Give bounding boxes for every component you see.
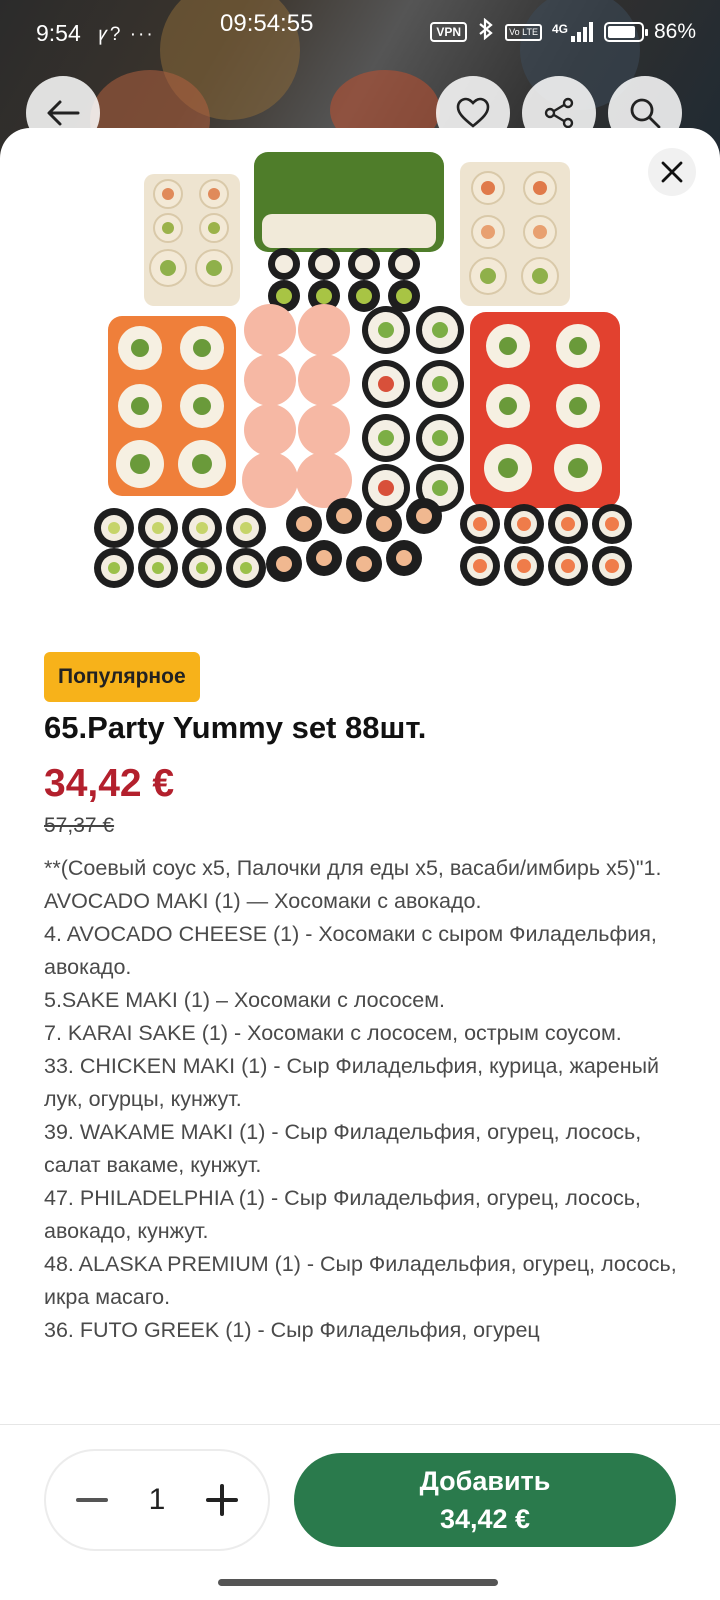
description-line: 39. WAKAME MAKI (1) - Сыр Филадельфия, о… — [44, 1120, 642, 1177]
volte-icon: Vo LTE — [505, 23, 542, 41]
increase-button[interactable] — [206, 1484, 238, 1516]
arrow-left-icon — [47, 100, 80, 126]
product-description: **(Соевый соус х5, Палочки для еды х5, в… — [44, 852, 684, 1392]
description-line: **(Соевый соус х5, Палочки для еды х5, в… — [44, 856, 662, 913]
description-line: 36. FUTO GREEK (1) - Сыр Филадельфия, ог… — [44, 1318, 540, 1342]
description-line: 48. ALASKA PREMIUM (1) - Сыр Филадельфия… — [44, 1252, 677, 1309]
share-icon — [544, 97, 574, 129]
product-image — [94, 152, 632, 588]
quantity-value: 1 — [148, 1483, 166, 1516]
quantity-stepper: 1 — [44, 1449, 270, 1551]
close-button[interactable] — [648, 148, 696, 196]
product-old-price: 57,37 € — [44, 814, 115, 837]
rolls-group-red — [470, 312, 620, 508]
add-button-label: Добавить — [419, 1466, 551, 1496]
search-icon — [630, 98, 661, 129]
rolls-group-top-left — [144, 174, 240, 306]
battery-percent: 86% — [653, 20, 696, 43]
signal-icon: 4G — [552, 22, 594, 42]
rolls-group-wakame — [254, 152, 444, 312]
product-title: 65.Party Yummy set 88шт. — [44, 710, 427, 745]
network-type: 4G — [551, 22, 568, 36]
decrease-button[interactable] — [76, 1497, 108, 1503]
vpn-icon: VPN — [430, 22, 468, 42]
add-button-price: 34,42 € — [439, 1504, 531, 1534]
bottom-action-bar: 1 Добавить 34,42 € — [0, 1424, 720, 1600]
battery-fill — [607, 26, 636, 38]
heart-icon — [456, 97, 490, 128]
minus-icon — [76, 1498, 108, 1502]
description-line: 4. AVOCADO CHEESE (1) - Хосомаки с сыром… — [44, 922, 657, 979]
popular-badge: Популярное — [44, 652, 200, 702]
bluetooth-icon — [477, 17, 495, 46]
product-price: 34,42 € — [44, 762, 175, 805]
product-sheet: Популярное 65.Party Yummy set 88шт. 34,4… — [0, 128, 720, 1600]
rolls-group-orange — [108, 316, 236, 496]
notification-icons: ꝩ? ··· — [98, 24, 155, 45]
status-time: 9:54 — [36, 20, 81, 46]
rolls-group-center — [362, 306, 464, 512]
status-clock: 09:54:55 — [220, 10, 314, 37]
rolls-group-bottom — [94, 498, 632, 588]
battery-icon — [603, 22, 648, 42]
status-right: VPN Vo LTE 4G 86% — [430, 17, 696, 46]
close-icon — [661, 161, 683, 183]
status-bar: 9:54 ꝩ? ··· 09:54:55 VPN Vo LTE 4G 86% — [0, 0, 720, 66]
add-to-cart-button[interactable]: Добавить 34,42 € — [294, 1453, 676, 1547]
description-line: 33. CHICKEN MAKI (1) - Сыр Филадельфия, … — [44, 1054, 660, 1111]
rolls-group-top-right — [460, 162, 570, 306]
description-line: 5.SAKE MAKI (1) – Хосомаки с лососем. — [44, 988, 445, 1012]
rolls-group-pink — [242, 304, 352, 508]
description-line: 47. PHILADELPHIA (1) - Сыр Филадельфия, … — [44, 1186, 641, 1243]
description-line: 7. KARAI SAKE (1) - Хосомаки с лососем, … — [44, 1021, 622, 1045]
plus-icon — [206, 1484, 238, 1516]
home-indicator[interactable] — [218, 1579, 498, 1586]
